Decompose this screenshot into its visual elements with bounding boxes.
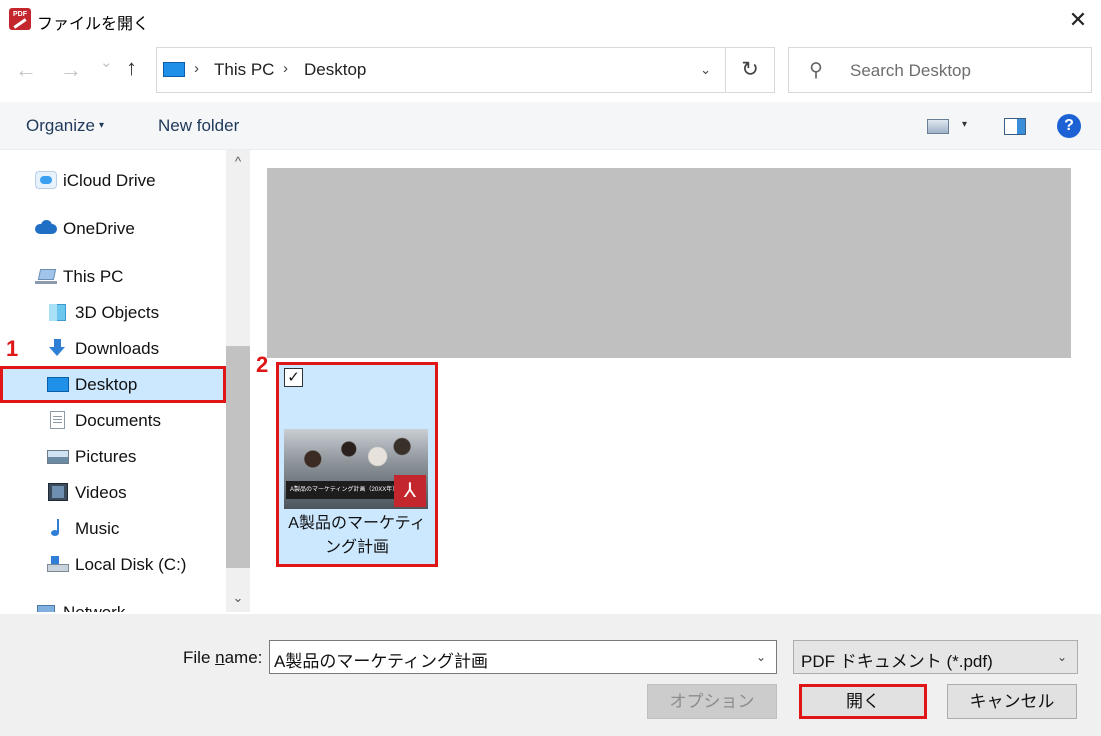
- downloads-icon: [47, 339, 69, 357]
- music-note-icon: [47, 519, 69, 537]
- scroll-up-arrow-icon[interactable]: ^: [226, 154, 250, 169]
- chevron-down-icon[interactable]: ⌄: [756, 650, 766, 664]
- title-bar: PDF ファイルを開く ✕: [0, 0, 1101, 40]
- search-icon: ⚲: [809, 60, 823, 81]
- sidebar-item-icloud-drive[interactable]: iCloud Drive: [35, 163, 225, 199]
- change-view-icon[interactable]: [927, 119, 949, 134]
- network-icon: [35, 603, 57, 612]
- organize-label: Organize: [26, 116, 95, 135]
- 3d-objects-icon: [47, 303, 69, 321]
- file-type-value: PDF ドキュメント (*.pdf): [801, 652, 993, 671]
- desktop-highlight: [0, 366, 226, 403]
- sidebar-item-downloads[interactable]: Downloads: [47, 331, 225, 367]
- search-box[interactable]: ⚲ Search Desktop: [788, 47, 1092, 93]
- file-name-label: File name:: [183, 648, 263, 667]
- sidebar-item-local-disk[interactable]: Local Disk (C:): [47, 547, 225, 583]
- recent-locations-icon[interactable]: ⌄: [100, 53, 113, 71]
- preview-pane-icon[interactable]: [1004, 118, 1026, 135]
- icloud-icon: [35, 171, 57, 189]
- file-name-value: A製品のマーケティング計画: [274, 652, 488, 671]
- onedrive-icon: [35, 219, 57, 237]
- pictures-icon: [47, 447, 69, 465]
- open-button[interactable]: 開く: [799, 684, 927, 719]
- command-toolbar: Organize ▾ New folder ▾ ?: [0, 102, 1101, 150]
- sidebar-item-pictures[interactable]: Pictures: [47, 439, 225, 475]
- sidebar-scrollbar-thumb[interactable]: [226, 346, 250, 568]
- step-marker-1: 1: [6, 336, 19, 361]
- cancel-button[interactable]: キャンセル: [947, 684, 1077, 719]
- file-name-input[interactable]: A製品のマーケティング計画 ⌄: [269, 640, 777, 674]
- monitor-icon: [163, 62, 185, 77]
- chevron-down-icon: ⌄: [1056, 650, 1067, 664]
- help-icon[interactable]: ?: [1057, 114, 1081, 138]
- local-disk-icon: [47, 555, 69, 573]
- file-type-select[interactable]: PDF ドキュメント (*.pdf) ⌄: [793, 640, 1078, 674]
- sidebar-item-documents[interactable]: Documents: [47, 403, 225, 439]
- sidebar-item-network[interactable]: Network: [35, 595, 225, 612]
- sidebar-item-videos[interactable]: Videos: [47, 475, 225, 511]
- chevron-down-icon[interactable]: ⌄: [700, 62, 711, 78]
- back-arrow-icon[interactable]: ←: [15, 57, 37, 83]
- step-marker-2: 2: [256, 352, 269, 377]
- options-button[interactable]: オプション: [647, 684, 777, 719]
- window-title: ファイルを開く: [37, 16, 150, 33]
- videos-icon: [47, 483, 69, 501]
- new-folder-button[interactable]: New folder: [158, 116, 239, 136]
- sidebar-item-this-pc[interactable]: This PC: [35, 259, 225, 295]
- file-highlight: [276, 362, 438, 567]
- file-name-panel: File name: A製品のマーケティング計画 ⌄ PDF ドキュメント (*…: [0, 614, 1101, 736]
- caret-down-icon: ▾: [98, 120, 105, 131]
- address-bar[interactable]: › This PC › Desktop ⌄: [156, 47, 726, 93]
- view-options-caret-icon[interactable]: ▾: [962, 119, 967, 130]
- breadcrumb-separator: ›: [283, 60, 288, 77]
- redacted-area: [267, 168, 1071, 358]
- breadcrumb-separator: ›: [194, 60, 199, 77]
- pdf-app-icon: PDF: [9, 8, 31, 30]
- close-button[interactable]: ✕: [1055, 0, 1101, 40]
- search-input[interactable]: Search Desktop: [850, 61, 971, 81]
- scroll-down-arrow-icon[interactable]: ⌄: [226, 590, 250, 606]
- documents-icon: [47, 411, 69, 429]
- up-arrow-icon[interactable]: ↑: [126, 55, 137, 81]
- sidebar-item-music[interactable]: Music: [47, 511, 225, 547]
- navigation-bar: ← → ⌄ ↑ › This PC › Desktop ⌄ ↻ ⚲ Search…: [0, 40, 1101, 102]
- breadcrumb-this-pc[interactable]: This PC: [214, 60, 274, 80]
- forward-arrow-icon[interactable]: →: [60, 57, 82, 83]
- organize-button[interactable]: Organize ▾: [26, 116, 104, 136]
- sidebar-item-3d-objects[interactable]: 3D Objects: [47, 295, 225, 331]
- breadcrumb-desktop[interactable]: Desktop: [304, 60, 366, 80]
- refresh-button[interactable]: ↻: [726, 47, 775, 93]
- this-pc-icon: [35, 267, 57, 285]
- sidebar-item-onedrive[interactable]: OneDrive: [35, 211, 225, 247]
